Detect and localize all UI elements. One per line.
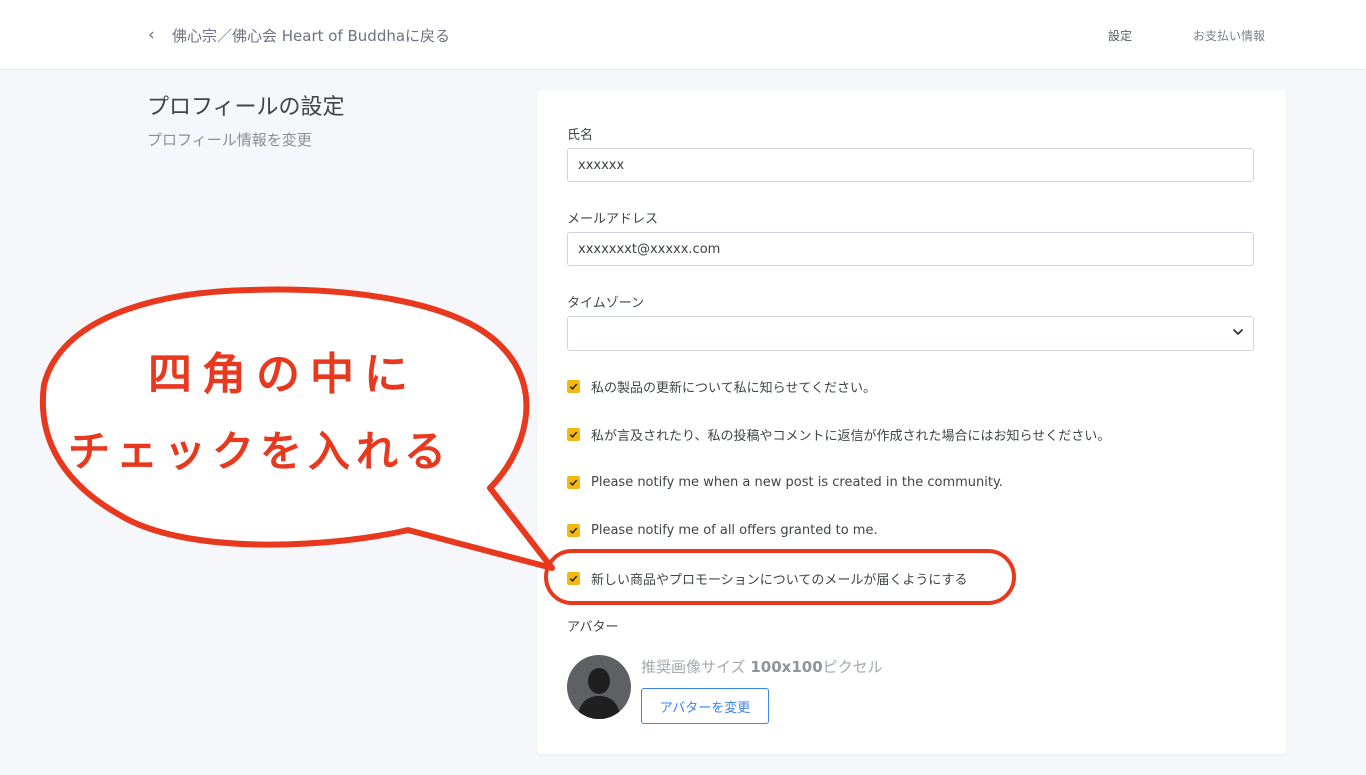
email-value: xxxxxxxt@xxxxx.com — [578, 241, 721, 257]
checkbox-row-promotions[interactable]: 新しい商品やプロモーションについてのメールが届くようにする — [567, 568, 967, 588]
callout-text-line2: チェックを入れる — [68, 427, 453, 476]
page-subtitle: プロフィール情報を変更 — [147, 131, 312, 149]
profile-card — [537, 90, 1286, 754]
avatar-size-hint: 推奨画像サイズ 100x100ピクセル — [641, 656, 883, 677]
checkbox-label: Please notify me of all offers granted t… — [591, 522, 878, 538]
email-label: メールアドレス — [567, 212, 659, 227]
avatar-hint-size: 100x100 — [750, 658, 823, 676]
check-icon — [569, 527, 578, 534]
check-icon — [569, 383, 578, 390]
name-value: xxxxxx — [578, 157, 625, 173]
checkbox-label: 私の製品の更新について私に知らせてください。 — [591, 380, 876, 396]
checkbox-label: 新しい商品やプロモーションについてのメールが届くようにする — [591, 572, 968, 588]
check-icon — [569, 431, 578, 438]
avatar-hint-suffix: ピクセル — [822, 658, 883, 676]
checkbox-row-offers[interactable]: Please notify me of all offers granted t… — [567, 520, 878, 540]
checkbox-row-mentions[interactable]: 私が言及されたり、私の投稿やコメントに返信が作成された場合にはお知らせください。 — [567, 424, 1110, 444]
check-icon — [569, 479, 578, 486]
checkbox-mentions[interactable] — [567, 427, 580, 441]
name-field[interactable]: xxxxxx — [567, 148, 1254, 182]
page-title: プロフィールの設定 — [147, 95, 345, 120]
checkbox-row-product-updates[interactable]: 私の製品の更新について私に知らせてください。 — [567, 376, 876, 396]
back-link-label: 佛心宗／佛心会 Heart of Buddhaに戻る — [172, 26, 451, 45]
checkbox-new-post[interactable] — [567, 475, 580, 489]
top-bar: ‹ 佛心宗／佛心会 Heart of Buddhaに戻る 設定 お支払い情報 — [0, 0, 1366, 70]
nav-billing[interactable]: お支払い情報 — [1193, 27, 1265, 44]
checkbox-label: 私が言及されたり、私の投稿やコメントに返信が作成された場合にはお知らせください。 — [591, 428, 1111, 444]
avatar-hint-prefix: 推奨画像サイズ — [641, 658, 751, 676]
avatar-label: アバター — [567, 620, 619, 635]
check-icon — [569, 575, 578, 582]
change-avatar-button[interactable]: アバターを変更 — [641, 688, 769, 724]
back-link[interactable]: ‹ 佛心宗／佛心会 Heart of Buddhaに戻る — [148, 24, 450, 46]
timezone-label: タイムゾーン — [567, 296, 645, 311]
checkbox-promotions[interactable] — [567, 571, 580, 585]
chevron-left-icon: ‹ — [148, 25, 155, 45]
timezone-select[interactable] — [567, 316, 1254, 351]
checkbox-label: Please notify me when a new post is crea… — [591, 474, 1003, 490]
chevron-down-icon — [1233, 329, 1243, 335]
nav-settings[interactable]: 設定 — [1108, 27, 1132, 44]
avatar — [567, 655, 631, 719]
checkbox-row-new-post[interactable]: Please notify me when a new post is crea… — [567, 472, 1003, 492]
checkbox-offers[interactable] — [567, 523, 580, 537]
email-field[interactable]: xxxxxxxt@xxxxx.com — [567, 232, 1254, 266]
callout-text-line1: 四角の中に — [148, 349, 418, 400]
user-silhouette-icon — [577, 668, 621, 719]
name-label: 氏名 — [567, 128, 594, 143]
checkbox-product-updates[interactable] — [567, 379, 580, 393]
